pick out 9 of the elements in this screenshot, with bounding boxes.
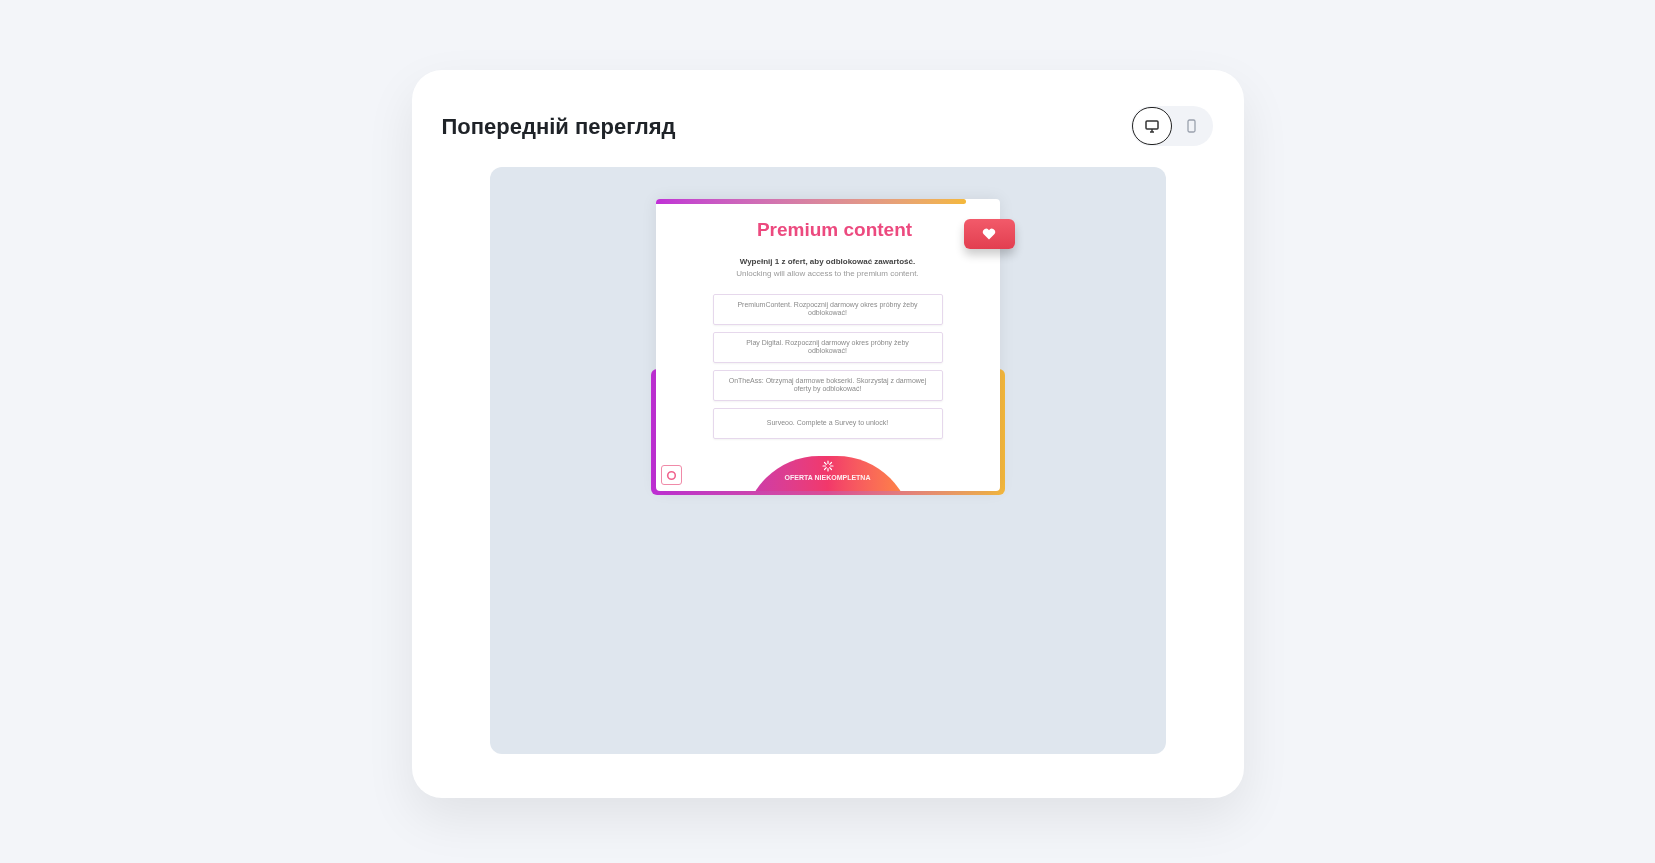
instruction-text: Wypełnij 1 z ofert, aby odblokować zawartość. [739,255,916,268]
popup-title: Premium content [756,218,913,242]
phone-icon [1187,119,1196,133]
desktop-view-button[interactable] [1131,107,1172,145]
spinner-icon [821,460,834,472]
panel-title: Попередній перегляд [441,112,676,141]
heart-icon [982,228,996,240]
subtitle-text: Unlocking will allow access to the premium content. [736,267,919,280]
monitor-icon [1144,119,1159,133]
